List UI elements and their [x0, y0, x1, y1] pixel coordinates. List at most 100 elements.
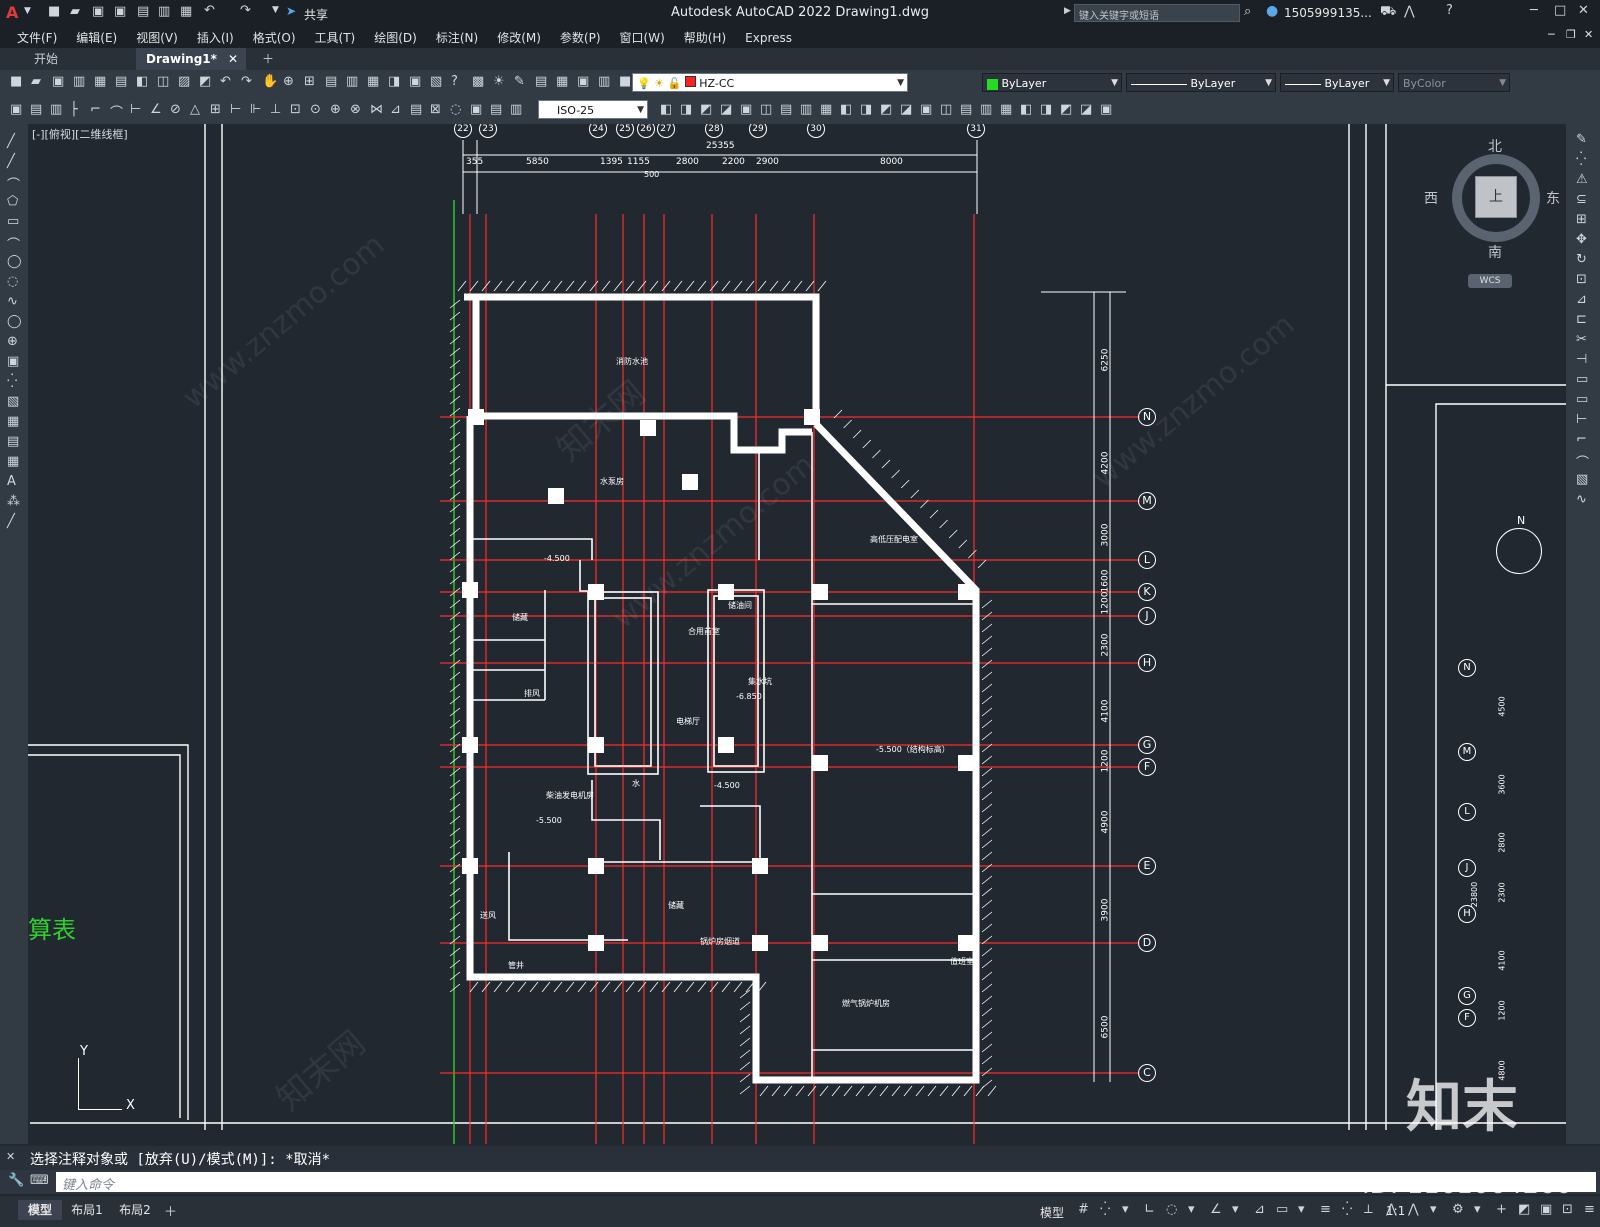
viewcube-top-face[interactable]: 上 — [1475, 176, 1517, 218]
menu-parametric[interactable]: 参数(P) — [560, 29, 601, 46]
std-tool-21-icon[interactable]: ▧ — [430, 74, 442, 89]
std-tool-11-icon[interactable]: ↶ — [220, 74, 231, 89]
linetype-dropdown[interactable]: ByLayer ▼ — [1126, 73, 1276, 92]
menu-file[interactable]: 文件(F) — [17, 29, 57, 46]
doc-minimize-icon[interactable]: ─ — [1548, 28, 1555, 41]
dim-tool-1-icon[interactable]: ▣ — [10, 102, 22, 117]
draw-tool-20-icon[interactable]: ╱ — [7, 514, 15, 529]
draw-tool-18-icon[interactable]: A — [7, 474, 16, 489]
help-search-input[interactable]: 键入关键字或短语 — [1074, 4, 1240, 22]
draw-tool-11-icon[interactable]: ⊕ — [7, 334, 18, 349]
modify-tool-1-icon[interactable]: ✎ — [1576, 132, 1587, 147]
status-tool-5-icon[interactable]: ◌ — [1166, 1202, 1177, 1217]
tab-model[interactable]: 模型 — [18, 1200, 62, 1220]
std-tool-25-icon[interactable]: ✎ — [514, 74, 525, 89]
dim-tool-25-icon[interactable]: ▤ — [490, 102, 502, 117]
obj-tool-18-icon[interactable]: ▦ — [1000, 102, 1012, 117]
draw-tool-13-icon[interactable]: ⁛ — [7, 374, 17, 389]
obj-tool-16-icon[interactable]: ▤ — [960, 102, 972, 117]
status-tool-12-icon[interactable]: ≡ — [1320, 1202, 1331, 1217]
color-dropdown[interactable]: ByLayer ▼ — [982, 73, 1122, 92]
search-expand-icon[interactable]: ▶ — [1064, 6, 1071, 16]
close-cmd-icon[interactable]: ✕ — [6, 1150, 15, 1163]
obj-tool-21-icon[interactable]: ◩ — [1060, 102, 1072, 117]
menu-modify[interactable]: 修改(M) — [497, 29, 541, 46]
modify-tool-12-icon[interactable]: ⊣ — [1576, 352, 1587, 367]
model-space-button[interactable]: 模型 — [1040, 1204, 1064, 1221]
dim-tool-10-icon[interactable]: △ — [190, 102, 200, 117]
obj-tool-9-icon[interactable]: ▦ — [820, 102, 832, 117]
lineweight-dropdown[interactable]: ByLayer ▼ — [1280, 73, 1394, 92]
obj-tool-15-icon[interactable]: ◫ — [940, 102, 952, 117]
obj-tool-20-icon[interactable]: ◨ — [1040, 102, 1052, 117]
draw-tool-14-icon[interactable]: ▧ — [7, 394, 19, 409]
dim-tool-17-icon[interactable]: ⊕ — [330, 102, 341, 117]
obj-tool-23-icon[interactable]: ▣ — [1100, 102, 1112, 117]
draw-tool-5-icon[interactable]: ▭ — [7, 214, 19, 229]
viewcube-west[interactable]: 西 — [1424, 188, 1438, 208]
obj-tool-3-icon[interactable]: ◩ — [700, 102, 712, 117]
maximize-icon[interactable]: □ — [1554, 3, 1566, 18]
std-tool-9-icon[interactable]: ▨ — [178, 74, 190, 89]
doc-close-icon[interactable]: ✕ — [1584, 28, 1593, 41]
std-tool-20-icon[interactable]: ▣ — [409, 74, 421, 89]
dim-tool-7-icon[interactable]: ⊢ — [130, 102, 141, 117]
menu-insert[interactable]: 插入(I) — [197, 29, 234, 46]
obj-tool-2-icon[interactable]: ◨ — [680, 102, 692, 117]
draw-tool-3-icon[interactable]: ⌒ — [7, 174, 20, 193]
dim-tool-4-icon[interactable]: ├ — [70, 102, 78, 117]
obj-tool-4-icon[interactable]: ◪ — [720, 102, 732, 117]
modify-tool-3-icon[interactable]: ⚠ — [1576, 172, 1588, 187]
dimstyle-dropdown[interactable]: ISO-25 ▼ — [538, 100, 648, 119]
status-tool-18-icon[interactable]: ⚙ — [1452, 1202, 1464, 1217]
dim-tool-3-icon[interactable]: ▥ — [50, 102, 62, 117]
dim-tool-5-icon[interactable]: ⌐ — [90, 102, 101, 117]
modify-tool-10-icon[interactable]: ⊏ — [1576, 312, 1587, 327]
std-tool-3-icon[interactable]: ▣ — [52, 74, 64, 89]
modify-tool-15-icon[interactable]: ⊢ — [1576, 412, 1587, 427]
viewcube-north[interactable]: 北 — [1488, 136, 1502, 156]
status-tool-4-icon[interactable]: ∟ — [1144, 1202, 1155, 1217]
std-tool-26-icon[interactable]: ▤ — [535, 74, 547, 89]
close-icon[interactable]: ✕ — [1578, 3, 1589, 18]
std-tool-1-icon[interactable]: ■ — [10, 74, 22, 89]
status-tool-21-icon[interactable]: ◩ — [1518, 1202, 1530, 1217]
obj-tool-17-icon[interactable]: ▥ — [980, 102, 992, 117]
viewcube[interactable]: 上 北 南 西 东 — [1424, 139, 1560, 261]
modify-tool-4-icon[interactable]: ⊆ — [1576, 192, 1587, 207]
draw-tool-9-icon[interactable]: ∿ — [7, 294, 18, 309]
modify-tool-16-icon[interactable]: ⌐ — [1576, 432, 1587, 447]
status-tool-16-icon[interactable]: ⋀ — [1408, 1202, 1419, 1217]
modify-tool-18-icon[interactable]: ▧ — [1576, 472, 1588, 487]
user-name[interactable]: 1505999135... — [1284, 6, 1372, 20]
draw-tool-17-icon[interactable]: ▦ — [7, 454, 19, 469]
std-tool-13-icon[interactable]: ✋ — [262, 74, 278, 89]
std-tool-14-icon[interactable]: ⊕ — [283, 74, 294, 89]
std-tool-28-icon[interactable]: ▣ — [577, 74, 589, 89]
std-tool-22-icon[interactable]: ? — [451, 74, 458, 89]
dim-tool-26-icon[interactable]: ▥ — [510, 102, 522, 117]
status-tool-17-icon[interactable]: ▾ — [1430, 1202, 1437, 1217]
modify-tool-11-icon[interactable]: ✂ — [1576, 332, 1587, 347]
status-tool-13-icon[interactable]: ⁛ — [1342, 1202, 1352, 1217]
status-tool-24-icon[interactable]: ≡ — [1584, 1202, 1595, 1217]
command-icon[interactable]: ⌨ — [30, 1173, 49, 1188]
draw-tool-12-icon[interactable]: ▣ — [7, 354, 19, 369]
std-tool-30-icon[interactable]: ■ — [619, 74, 631, 89]
tab-layout1[interactable]: 布局1 — [64, 1200, 110, 1220]
obj-tool-11-icon[interactable]: ◨ — [860, 102, 872, 117]
dim-tool-6-icon[interactable]: ⌒ — [110, 102, 123, 121]
modify-tool-5-icon[interactable]: ⊞ — [1576, 212, 1587, 227]
obj-tool-7-icon[interactable]: ▤ — [780, 102, 792, 117]
std-tool-23-icon[interactable]: ▩ — [472, 74, 484, 89]
std-tool-8-icon[interactable]: ◫ — [157, 74, 169, 89]
menu-tools[interactable]: 工具(T) — [315, 29, 356, 46]
obj-tool-8-icon[interactable]: ▥ — [800, 102, 812, 117]
status-tool-19-icon[interactable]: ▾ — [1474, 1202, 1481, 1217]
status-tool-9-icon[interactable]: ⊿ — [1254, 1202, 1265, 1217]
doc-restore-icon[interactable]: ❐ — [1566, 28, 1576, 41]
viewcube-south[interactable]: 南 — [1488, 242, 1502, 262]
std-tool-27-icon[interactable]: ▦ — [556, 74, 568, 89]
draw-tool-16-icon[interactable]: ▤ — [7, 434, 19, 449]
menu-help[interactable]: 帮助(H) — [684, 29, 726, 46]
